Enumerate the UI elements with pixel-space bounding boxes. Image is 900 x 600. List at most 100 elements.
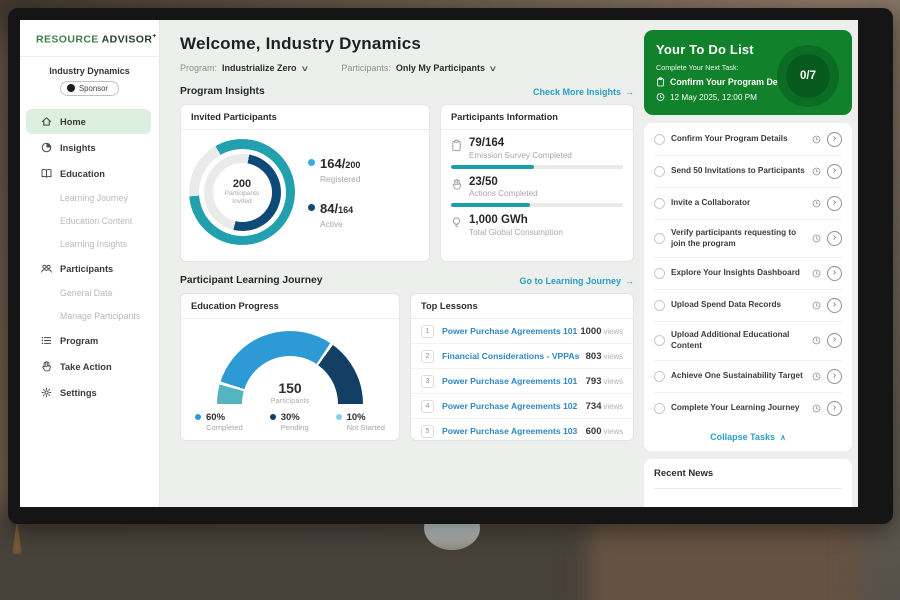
task-checkbox[interactable] <box>654 371 665 382</box>
task-row[interactable]: Invite a Collaborator › <box>654 188 842 220</box>
sponsor-icon <box>67 84 75 92</box>
task-checkbox[interactable] <box>654 300 665 311</box>
lesson-views: 600 <box>586 426 602 437</box>
stat-label: Total Global Consumption <box>469 228 563 237</box>
lesson-views: 1000 <box>580 326 601 337</box>
gauge-center: 150 Participants <box>217 380 363 405</box>
task-open-chevron[interactable]: › <box>827 231 842 246</box>
top-lessons-card: Top Lessons 1 Power Purchase Agreements … <box>410 293 634 441</box>
sidebar-item-education-content[interactable]: Education Content <box>26 210 151 232</box>
task-row[interactable]: Achieve One Sustainability Target › <box>654 361 842 393</box>
progress-bar-fill <box>451 165 534 169</box>
sponsor-badge[interactable]: Sponsor <box>60 81 119 96</box>
sponsor-label: Sponsor <box>79 84 108 93</box>
task-row[interactable]: Complete Your Learning Journey › <box>654 393 842 424</box>
sidebar-item-label: Education <box>60 169 105 179</box>
task-row[interactable]: Explore Your Insights Dashboard › <box>654 258 842 290</box>
registered-total: 200 <box>345 160 360 170</box>
participants-filter[interactable]: Participants: Only My Participants ∨ <box>341 63 495 73</box>
task-row[interactable]: Verify participants requesting to join t… <box>654 220 842 258</box>
invited-participants-card: Invited Participants 200 Participants In… <box>180 104 430 262</box>
sidebar-item-program[interactable]: Program <box>26 328 151 353</box>
progress-bar-fill <box>451 203 530 207</box>
sidebar-item-participants[interactable]: Participants <box>26 256 151 281</box>
gauge-center-value: 150 <box>217 380 363 396</box>
task-open-chevron[interactable]: › <box>827 401 842 416</box>
task-row[interactable]: Upload Spend Data Records › <box>654 290 842 322</box>
lesson-rank: 5 <box>421 425 434 438</box>
arrow-right-icon: → <box>625 276 634 286</box>
invited-donut-chart: 200 Participants Invited <box>189 139 295 245</box>
task-checkbox[interactable] <box>654 233 665 244</box>
program-insights-title: Program Insights <box>180 86 265 97</box>
check-more-insights-link[interactable]: Check More Insights→ <box>533 87 634 97</box>
task-checkbox[interactable] <box>654 134 665 145</box>
program-filter[interactable]: Program: Industrialize Zero ∨ <box>180 63 307 73</box>
sidebar-item-insights[interactable]: Insights <box>26 135 151 160</box>
sidebar-item-manage-participants[interactable]: Manage Participants <box>26 305 151 327</box>
active-label: Active <box>320 219 361 229</box>
sidebar-item-home[interactable]: Home <box>26 109 151 134</box>
lesson-link[interactable]: Financial Considerations - VPPAs <box>442 351 586 361</box>
go-to-learning-journey-link[interactable]: Go to Learning Journey→ <box>519 276 634 286</box>
clipboard-icon <box>656 77 665 87</box>
lesson-link[interactable]: Power Purchase Agreements 101 <box>442 326 580 336</box>
task-open-chevron[interactable]: › <box>827 333 842 348</box>
legend-dot-pending <box>270 414 276 420</box>
task-checkbox[interactable] <box>654 403 665 414</box>
task-open-chevron[interactable]: › <box>827 164 842 179</box>
legend-registered: 164/200 Registered <box>308 155 361 184</box>
task-row[interactable]: Send 50 Invitations to Participants › <box>654 156 842 188</box>
registered-value: 164/ <box>320 156 345 171</box>
collapse-tasks-link[interactable]: Collapse Tasks∧ <box>654 424 842 449</box>
sidebar-item-take-action[interactable]: Take Action <box>26 354 151 379</box>
clock-icon <box>812 372 821 381</box>
lesson-link[interactable]: Power Purchase Agreements 102 <box>442 401 586 411</box>
task-row[interactable]: Upload Additional Educational Content › <box>654 322 842 360</box>
lesson-link[interactable]: Power Purchase Agreements 103 <box>442 426 586 436</box>
task-open-chevron[interactable]: › <box>827 196 842 211</box>
sidebar-item-learning-insights[interactable]: Learning Insights <box>26 233 151 255</box>
legend-dot-not-started <box>336 414 342 420</box>
sidebar-item-education[interactable]: Education <box>26 161 151 186</box>
task-open-chevron[interactable]: › <box>827 298 842 313</box>
clipboard-icon <box>451 139 462 152</box>
legend-active: 84/164 Active <box>308 200 361 229</box>
sidebar-item-general-data[interactable]: General Data <box>26 282 151 304</box>
task-label: Upload Additional Educational Content <box>671 330 806 351</box>
task-open-chevron[interactable]: › <box>827 266 842 281</box>
chevron-up-icon: ∧ <box>780 433 786 442</box>
hand-icon <box>451 178 462 191</box>
stat-value: 1,000 GWh <box>469 214 563 227</box>
take-action-hand-icon <box>40 360 53 373</box>
home-icon <box>40 115 53 128</box>
task-open-chevron[interactable]: › <box>827 132 842 147</box>
account-block: Industry Dynamics Sponsor <box>20 57 159 102</box>
progress-bar-track <box>451 165 623 169</box>
education-gauge-chart: 150 Participants <box>217 331 363 405</box>
sidebar-item-settings[interactable]: Settings <box>26 380 151 405</box>
lesson-link[interactable]: Power Purchase Agreements 101 <box>442 376 586 386</box>
clock-icon <box>812 167 821 176</box>
task-checkbox[interactable] <box>654 268 665 279</box>
participants-filter-label: Participants: <box>341 63 391 73</box>
sidebar-item-label: Settings <box>60 388 97 398</box>
sidebar-item-label: Learning Insights <box>60 239 127 249</box>
sidebar-item-learning-journey[interactable]: Learning Journey <box>26 187 151 209</box>
donut-center-value: 200 <box>233 178 251 190</box>
task-row[interactable]: Confirm Your Program Details › <box>654 124 842 156</box>
task-checkbox[interactable] <box>654 198 665 209</box>
task-open-chevron[interactable]: › <box>827 369 842 384</box>
stat-label: Actions Completed <box>469 189 538 198</box>
task-checkbox[interactable] <box>654 335 665 346</box>
top-lessons-card-title: Top Lessons <box>411 294 633 319</box>
program-filter-label: Program: <box>180 63 217 73</box>
lesson-rank: 3 <box>421 375 434 388</box>
lesson-row: 1 Power Purchase Agreements 101 1000view… <box>411 319 633 344</box>
task-checkbox[interactable] <box>654 166 665 177</box>
divider <box>654 488 842 489</box>
legend-label: Pending <box>281 423 309 432</box>
clock-icon <box>812 234 821 243</box>
progress-bar-track <box>451 203 623 207</box>
logo-advisor: ADVISOR <box>102 34 153 46</box>
